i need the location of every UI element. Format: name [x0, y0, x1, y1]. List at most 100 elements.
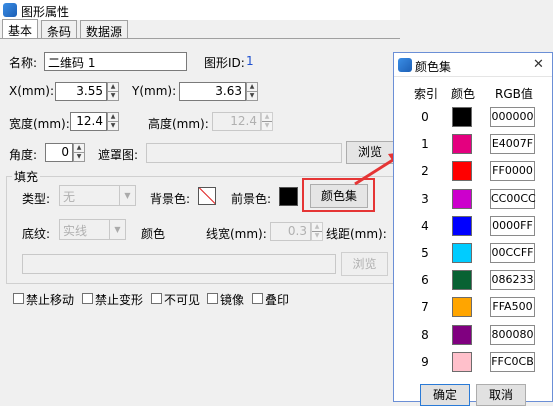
chevron-down-icon: ▼: [119, 186, 135, 205]
column-header-index: 索引: [414, 87, 439, 101]
color-swatch[interactable]: [452, 216, 472, 236]
spin-down-icon: ▼: [264, 121, 270, 129]
line-width-input: 0.3: [270, 222, 311, 241]
color-row[interactable]: 9 FFC0CB: [394, 352, 552, 374]
color-swatch[interactable]: [452, 325, 472, 345]
spin-up-icon[interactable]: ▲: [108, 83, 118, 92]
rgb-value-input[interactable]: 00CCFF: [490, 243, 535, 263]
y-label: Y(mm):: [132, 84, 177, 98]
spin-up-icon[interactable]: ▲: [247, 83, 257, 92]
color-index: 6: [421, 273, 429, 287]
angle-label: 角度:: [9, 148, 38, 162]
color-row[interactable]: 0 000000: [394, 107, 552, 129]
invisible-label: 不可见: [164, 293, 201, 307]
color-swatch[interactable]: [452, 297, 472, 317]
spin-up-icon: ▲: [312, 223, 322, 232]
background-color-label: 背景色:: [150, 192, 191, 206]
fill-type-select: 无 ▼: [59, 185, 136, 206]
spin-up-icon: ▲: [262, 113, 272, 122]
color-index: 7: [421, 300, 429, 314]
fill-type-label: 类型:: [22, 192, 51, 206]
color-swatch[interactable]: [452, 243, 472, 263]
color-swatch[interactable]: [452, 134, 472, 154]
color-row[interactable]: 7 FFA500: [394, 297, 552, 319]
cancel-button[interactable]: 取消: [476, 384, 526, 406]
color-row[interactable]: 5 00CCFF: [394, 243, 552, 265]
color-swatch[interactable]: [452, 352, 472, 372]
angle-input[interactable]: 0: [45, 143, 73, 162]
column-header-rgb: RGB值: [495, 87, 533, 101]
fill-browse-button: 浏览: [341, 252, 388, 276]
mask-label: 遮罩图:: [98, 148, 139, 162]
height-input: 12.4: [212, 112, 261, 131]
rgb-value-input[interactable]: FFC0CB: [490, 352, 535, 372]
color-row[interactable]: 1 E4007F: [394, 134, 552, 156]
texture-select: 实线 ▼: [59, 219, 126, 240]
spin-down-icon[interactable]: ▼: [247, 92, 257, 101]
spin-up-icon[interactable]: ▲: [74, 144, 84, 153]
color-swatch[interactable]: [452, 270, 472, 290]
color-row[interactable]: 6 086233: [394, 270, 552, 292]
column-header-color: 颜色: [451, 87, 476, 101]
color-row[interactable]: 4 0000FF: [394, 216, 552, 238]
ok-button[interactable]: 确定: [420, 384, 470, 406]
color-index: 0: [421, 110, 429, 124]
line-width-spinner: ▲ ▼: [311, 222, 323, 241]
width-spinner[interactable]: ▲ ▼: [107, 112, 119, 131]
close-icon[interactable]: ✕: [533, 57, 544, 72]
y-input[interactable]: 3.63: [179, 82, 246, 101]
tab-barcode[interactable]: 条码: [41, 20, 78, 39]
rgb-value-input[interactable]: 0000FF: [490, 216, 535, 236]
overprint-checkbox[interactable]: [252, 293, 263, 304]
rgb-value-input[interactable]: 800080: [490, 325, 535, 345]
color-swatch[interactable]: [452, 107, 472, 127]
tab-divider: [0, 38, 400, 39]
color-dialog-title-bar: 颜色集 ✕: [394, 53, 552, 77]
lock-resize-checkbox[interactable]: [82, 293, 93, 304]
rgb-value-input[interactable]: CC00CC: [490, 189, 536, 209]
spin-up-icon[interactable]: ▲: [108, 113, 118, 122]
foreground-color-label: 前景色:: [231, 192, 272, 206]
color-swatch[interactable]: [452, 161, 472, 181]
color-index: 9: [421, 355, 429, 369]
line-width-label: 线宽(mm):: [206, 227, 267, 241]
fill-type-value: 无: [63, 190, 76, 204]
height-spinner: ▲ ▼: [261, 112, 273, 131]
spin-down-icon[interactable]: ▼: [108, 122, 118, 131]
color-index: 5: [421, 246, 429, 260]
background-color-swatch[interactable]: [198, 187, 216, 205]
texture-value: 实线: [63, 224, 88, 238]
mirror-label: 镜像: [220, 293, 245, 307]
rgb-value-input[interactable]: E4007F: [490, 134, 535, 154]
angle-spinner[interactable]: ▲ ▼: [73, 143, 85, 162]
width-input[interactable]: 12.4: [70, 112, 107, 131]
lock-move-checkbox[interactable]: [13, 293, 24, 304]
color-row[interactable]: 8 800080: [394, 325, 552, 347]
invisible-checkbox[interactable]: [151, 293, 162, 304]
spin-down-icon: ▼: [314, 231, 320, 239]
texture-label: 底纹:: [22, 227, 51, 241]
spin-down-icon[interactable]: ▼: [74, 153, 84, 162]
rgb-value-input[interactable]: 086233: [490, 270, 535, 290]
rgb-value-input[interactable]: FF0000: [490, 161, 535, 181]
color-row[interactable]: 2 FF0000: [394, 161, 552, 183]
y-spinner[interactable]: ▲ ▼: [246, 82, 258, 101]
fill-image-path-input: [22, 254, 336, 274]
rgb-value-input[interactable]: FFA500: [490, 297, 535, 317]
tab-basic[interactable]: 基本: [2, 19, 39, 39]
spin-down-icon[interactable]: ▼: [108, 92, 118, 101]
x-spinner[interactable]: ▲ ▼: [107, 82, 119, 101]
name-input[interactable]: 二维码 1: [44, 52, 187, 71]
x-label: X(mm):: [9, 84, 55, 98]
mirror-checkbox[interactable]: [207, 293, 218, 304]
height-label: 高度(mm):: [148, 117, 209, 131]
tab-datasource[interactable]: 数据源: [80, 20, 129, 39]
chevron-down-icon: ▼: [109, 220, 125, 239]
x-input[interactable]: 3.55: [55, 82, 107, 101]
rgb-value-input[interactable]: 000000: [490, 107, 535, 127]
color-swatch[interactable]: [452, 189, 472, 209]
color-dialog-title: 颜色集: [415, 60, 452, 74]
color-index: 1: [421, 137, 429, 151]
foreground-color-swatch[interactable]: [279, 187, 298, 206]
color-row[interactable]: 3 CC00CC: [394, 189, 552, 211]
